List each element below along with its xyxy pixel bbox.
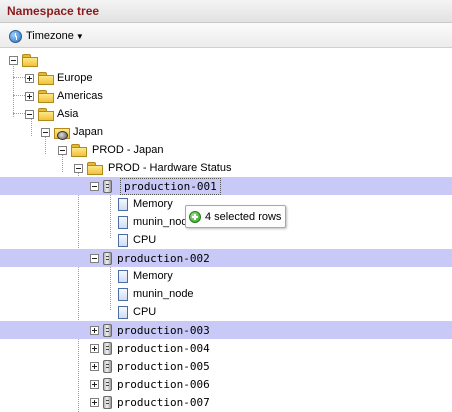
tree-row-production-006[interactable]: production-006 xyxy=(0,375,452,393)
document-icon xyxy=(118,197,128,211)
globe-folder-icon xyxy=(54,126,70,140)
collapse-toggle[interactable] xyxy=(25,109,34,119)
tooltip-text: 4 selected rows xyxy=(205,210,282,223)
expand-toggle[interactable] xyxy=(90,397,99,407)
tree-row-production-004[interactable]: production-004 xyxy=(0,339,452,357)
tree-row-japan[interactable]: Japan xyxy=(0,123,452,141)
tree-row-prod-hardware-status[interactable]: PROD - Hardware Status xyxy=(0,159,452,177)
drag-status-tooltip: 4 selected rows xyxy=(185,205,286,228)
collapse-toggle[interactable] xyxy=(58,145,67,155)
server-icon xyxy=(103,179,112,193)
tree-node-label: production-002 xyxy=(117,251,210,265)
tree-node-label: Memory xyxy=(133,270,173,282)
tree-row-europe[interactable]: Europe xyxy=(0,69,452,87)
tree-node-label: production-001 xyxy=(120,177,221,195)
expand-toggle[interactable] xyxy=(25,91,34,101)
expand-toggle[interactable] xyxy=(90,343,99,353)
collapse-toggle[interactable] xyxy=(41,127,50,137)
tree-node-label: production-007 xyxy=(117,395,210,409)
server-icon xyxy=(103,359,112,373)
folder-open-icon xyxy=(22,54,38,67)
toolbar: Timezone ▼ xyxy=(0,23,452,48)
folder-icon xyxy=(38,72,54,85)
panel-title: Namespace tree xyxy=(7,4,100,18)
tree-row-production-005[interactable]: production-005 xyxy=(0,357,452,375)
document-icon xyxy=(118,269,128,283)
expand-toggle[interactable] xyxy=(90,361,99,371)
tree-node-label: Asia xyxy=(57,108,79,120)
clock-icon xyxy=(9,29,22,43)
tree-row-asia[interactable]: Asia xyxy=(0,105,452,123)
tree-row-production-001[interactable]: production-001 xyxy=(0,177,452,195)
folder-open-icon xyxy=(71,144,87,157)
tree-node-label: PROD - Hardware Status xyxy=(108,162,232,174)
namespace-tree: Europe Americas Asia Japan PROD - Japan xyxy=(0,48,452,412)
tree-node-label: production-006 xyxy=(117,377,210,391)
folder-open-icon xyxy=(38,108,54,121)
tree-node-label: munin_node xyxy=(133,288,194,300)
server-icon xyxy=(103,251,112,265)
tree-node-label: PROD - Japan xyxy=(92,144,164,156)
folder-open-icon xyxy=(87,162,103,175)
tree-row-memory[interactable]: Memory xyxy=(0,267,452,285)
tree-row-munin-node[interactable]: munin_node xyxy=(0,285,452,303)
add-icon xyxy=(189,210,201,223)
tree-node-label: production-004 xyxy=(117,341,210,355)
expand-toggle[interactable] xyxy=(90,379,99,389)
panel-header: Namespace tree xyxy=(0,0,452,23)
tree-row-production-002[interactable]: production-002 xyxy=(0,249,452,267)
server-icon xyxy=(103,395,112,409)
tree-row-production-003[interactable]: production-003 xyxy=(0,321,452,339)
document-icon xyxy=(118,215,128,229)
tree-node-label: Memory xyxy=(133,198,173,210)
tree-row-prod-japan[interactable]: PROD - Japan xyxy=(0,141,452,159)
folder-icon xyxy=(38,90,54,103)
server-icon xyxy=(103,377,112,391)
tree-node-label: CPU xyxy=(133,306,157,318)
collapse-toggle[interactable] xyxy=(90,253,99,263)
tree-row-production-007[interactable]: production-007 xyxy=(0,393,452,411)
tree-node-label: CPU xyxy=(133,234,157,246)
server-icon xyxy=(103,341,112,355)
expand-toggle[interactable] xyxy=(90,325,99,335)
tree-row[interactable] xyxy=(0,51,452,69)
collapse-toggle[interactable] xyxy=(9,55,18,65)
expand-toggle[interactable] xyxy=(25,73,34,83)
tree-row-cpu[interactable]: CPU xyxy=(0,303,452,321)
collapse-toggle[interactable] xyxy=(74,163,83,173)
tree-node-label: production-003 xyxy=(117,323,210,337)
tree-node-label: Europe xyxy=(57,72,93,84)
timezone-label: Timezone xyxy=(26,30,74,42)
document-icon xyxy=(118,305,128,319)
tree-node-label: production-005 xyxy=(117,359,210,373)
tree-node-label: Americas xyxy=(57,90,103,102)
tree-row-cpu[interactable]: CPU xyxy=(0,231,452,249)
document-icon xyxy=(118,287,128,301)
chevron-down-icon: ▼ xyxy=(75,31,84,41)
timezone-button[interactable]: Timezone ▼ xyxy=(9,28,84,44)
server-icon xyxy=(103,323,112,337)
tree-row-americas[interactable]: Americas xyxy=(0,87,452,105)
document-icon xyxy=(118,233,128,247)
tree-node-label: Japan xyxy=(73,126,103,138)
collapse-toggle[interactable] xyxy=(90,181,99,191)
